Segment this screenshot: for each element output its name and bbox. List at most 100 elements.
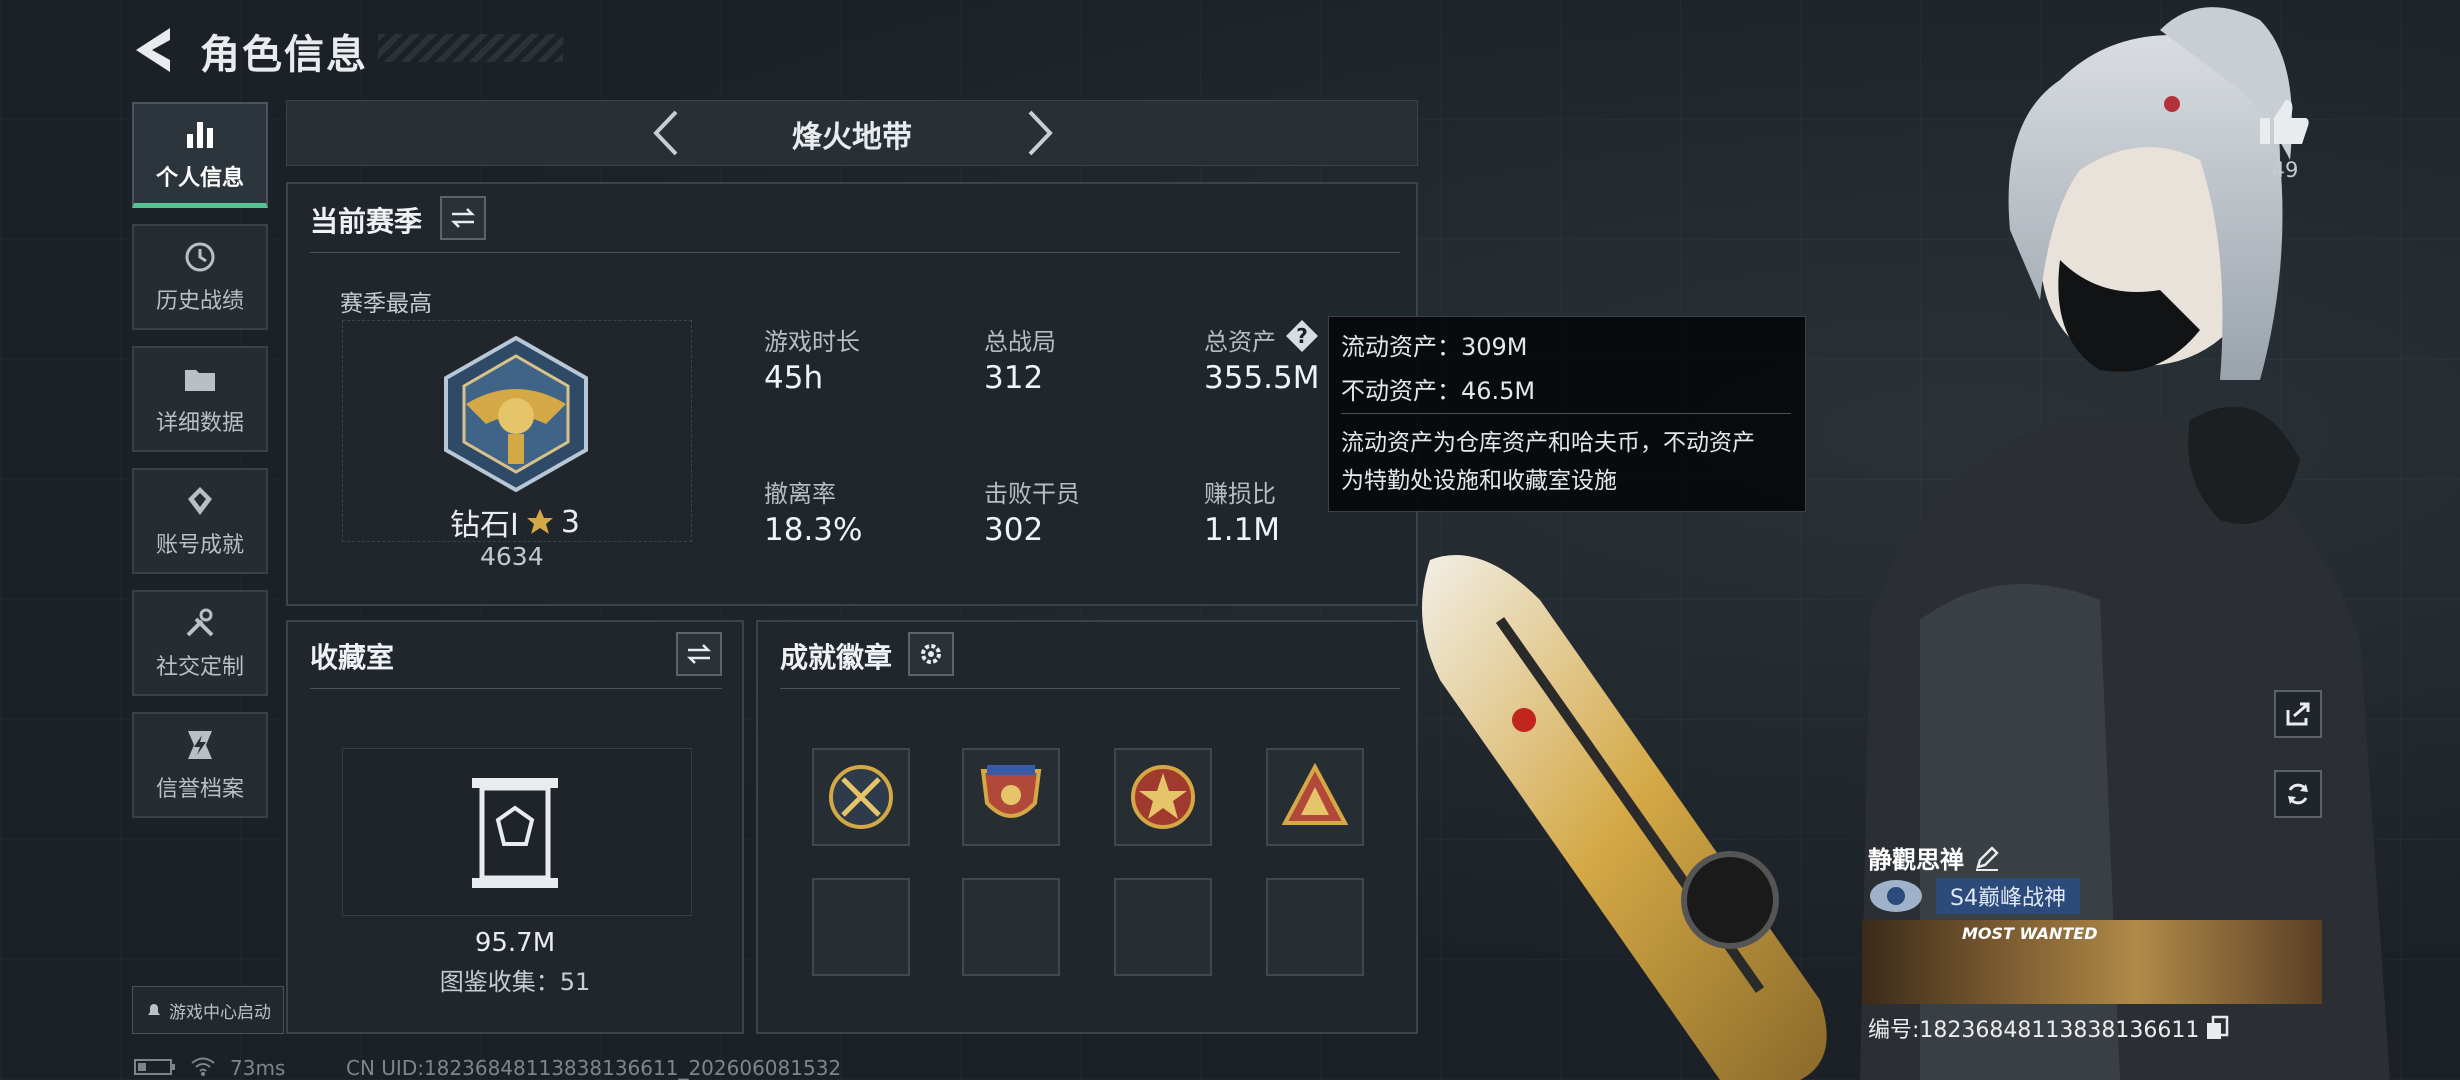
back-button[interactable] — [130, 24, 178, 76]
rank-points: 4634 — [480, 542, 544, 571]
like-count: 49 — [2271, 158, 2299, 182]
gear-icon — [921, 644, 941, 664]
copy-icon[interactable] — [2205, 1015, 2229, 1041]
tooltip-desc-line1: 流动资产为仓库资产和哈夫币，不动资产 — [1341, 430, 1755, 456]
season-best-label: 赛季最高 — [340, 291, 432, 317]
divider — [1341, 413, 1791, 414]
stat-label-playtime: 游戏时长 — [764, 328, 860, 356]
stat-value-profit-loss: 1.1M — [1204, 512, 1281, 548]
refresh-icon — [2288, 783, 2308, 805]
badges-settings-button[interactable] — [908, 632, 954, 676]
badges-title: 成就徽章 — [780, 641, 893, 674]
page-title: 角色信息 — [200, 32, 368, 78]
divider — [310, 252, 1400, 253]
player-name-card: 静觀思禅 S4巅峰战神 MOST WANTED — [1862, 838, 2322, 1008]
diamond-badge-icon — [188, 487, 212, 515]
pyramid-badge-icon — [1281, 762, 1349, 825]
asset-info-button[interactable]: ? — [1284, 318, 1320, 358]
card-banner-text: MOST WANTED — [1962, 924, 2098, 943]
sidebar-item-reputation[interactable]: 信誉档案 — [132, 712, 268, 818]
edit-pencil-icon[interactable] — [1974, 845, 2000, 871]
badge-slot[interactable] — [1114, 748, 1212, 846]
wifi-icon — [190, 1056, 216, 1080]
stat-value-operators-killed: 302 — [984, 512, 1044, 548]
collection-title: 收藏室 — [310, 641, 395, 674]
peak-rank-emblem-icon — [1870, 880, 1922, 912]
mode-next-button[interactable] — [1020, 108, 1060, 158]
sidebar-item-label: 历史战绩 — [155, 289, 244, 314]
shield-star-badge-icon — [980, 765, 1042, 818]
title-decoration — [378, 34, 563, 62]
badge-slot-empty[interactable] — [1114, 878, 1212, 976]
svg-text:?: ? — [1296, 324, 1308, 348]
tools-icon — [186, 608, 214, 637]
stat-label-profit-loss: 赚损比 — [1204, 480, 1276, 508]
like-button[interactable] — [2256, 96, 2312, 152]
title-badge: S4巅峰战神 — [1936, 878, 2080, 914]
star-icon — [526, 509, 553, 534]
ping-value: 73ms — [230, 1056, 286, 1080]
stat-value-total-assets: 355.5M — [1204, 360, 1320, 396]
sidebar-item-label: 信誉档案 — [155, 777, 244, 802]
tooltip-liquid-assets: 流动资产：309M — [1341, 333, 1528, 361]
season-switch-button[interactable] — [440, 196, 486, 240]
badge-slot[interactable] — [812, 748, 910, 846]
star-medal-badge-icon — [1131, 765, 1195, 829]
stat-value-total-matches: 312 — [984, 360, 1044, 396]
stat-value-playtime: 45h — [764, 360, 824, 396]
stat-label-total-assets: 总资产 — [1204, 328, 1276, 356]
player-id-row: 编号:18236848113838136611 — [1868, 1012, 2229, 1044]
rank-name: 钻石Ⅰ — [450, 508, 519, 543]
share-button[interactable] — [2274, 690, 2322, 738]
tooltip-fixed-assets: 不动资产：46.5M — [1341, 377, 1536, 405]
badge-slot[interactable] — [962, 748, 1060, 846]
rank-stars: 3 — [560, 504, 580, 540]
game-center-launch-button[interactable]: 游戏中心启动 — [132, 986, 284, 1034]
tooltip-desc-line2: 为特勤处设施和收藏室设施 — [1341, 468, 1617, 494]
shield-bolt-icon — [188, 731, 212, 759]
rank-emblem-icon — [444, 335, 588, 493]
badge-slot-empty[interactable] — [812, 878, 910, 976]
mode-prev-button[interactable] — [646, 108, 686, 158]
sidebar-item-history[interactable]: 历史战绩 — [132, 224, 268, 330]
launch-label: 游戏中心启动 — [169, 1002, 271, 1023]
chevron-right-icon — [1028, 110, 1053, 156]
back-arrow-icon — [136, 28, 170, 72]
title-row: S4巅峰战神 — [1868, 878, 2080, 914]
chevron-left-icon — [653, 110, 678, 156]
stat-label-operators-killed: 击败干员 — [984, 480, 1080, 508]
mode-title: 烽火地带 — [792, 120, 912, 155]
badge-slot[interactable] — [1266, 748, 1364, 846]
swap-arrows-icon — [686, 644, 712, 664]
sidebar-item-detailed-data[interactable]: 详细数据 — [132, 346, 268, 452]
season-panel-title: 当前赛季 — [310, 205, 423, 238]
refresh-button[interactable] — [2274, 770, 2322, 818]
battery-icon — [134, 1058, 176, 1080]
divider — [310, 688, 722, 689]
name-row: 静觀思禅 — [1868, 840, 2000, 875]
swap-arrows-icon — [450, 208, 476, 228]
badge-slot-empty[interactable] — [962, 878, 1060, 976]
stat-label-extraction-rate: 撤离率 — [764, 480, 836, 508]
collection-value: 95.7M — [474, 928, 556, 958]
share-icon — [2286, 702, 2310, 726]
sidebar-item-social-custom[interactable]: 社交定制 — [132, 590, 268, 696]
crossed-swords-badge-icon — [829, 765, 893, 829]
badge-slot-empty[interactable] — [1266, 878, 1364, 976]
collection-count: 图鉴收集：51 — [439, 968, 591, 996]
collection-switch-button[interactable] — [676, 632, 722, 676]
sidebar-item-label: 个人信息 — [155, 165, 244, 191]
sidebar-item-label: 账号成就 — [155, 533, 244, 558]
uid-text: CN UID:18236848113838136611_202606081532 — [346, 1056, 842, 1080]
sidebar-item-label: 社交定制 — [155, 655, 244, 680]
sidebar-item-achievements[interactable]: 账号成就 — [132, 468, 268, 574]
thumbs-up-icon — [2260, 100, 2309, 144]
sidebar-item-label: 详细数据 — [155, 411, 244, 436]
divider — [780, 688, 1400, 689]
asset-tooltip: 流动资产：309M 不动资产：46.5M 流动资产为仓库资产和哈夫币，不动资产 … — [1328, 316, 1806, 512]
folder-icon — [185, 370, 215, 391]
history-clock-icon — [185, 242, 215, 272]
card-banner: MOST WANTED — [1862, 920, 2322, 1004]
sidebar-item-personal-info[interactable]: 个人信息 — [132, 102, 268, 208]
stat-value-extraction-rate: 18.3% — [764, 512, 863, 548]
